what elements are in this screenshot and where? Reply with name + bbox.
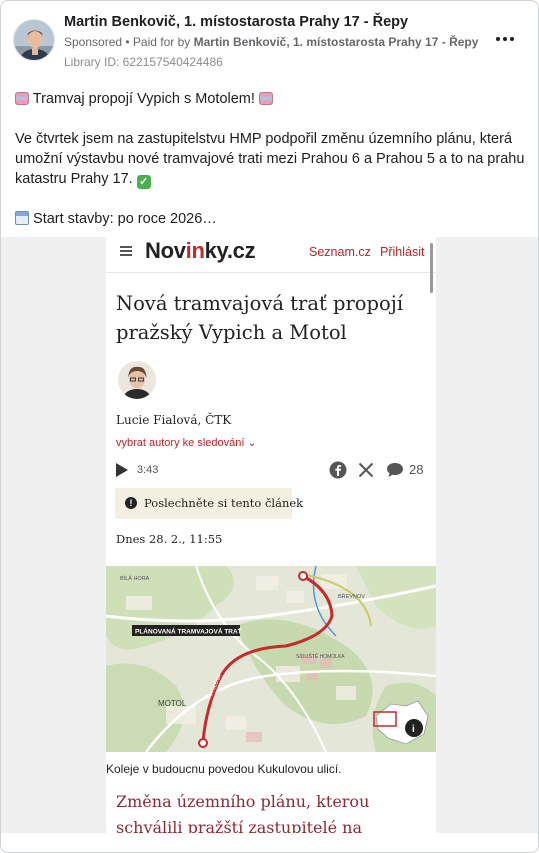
menu-icon[interactable]	[120, 246, 132, 256]
map-caption: Koleje v budoucnu povedou Kukulovou ulic…	[106, 762, 342, 776]
x-icon[interactable]	[358, 461, 374, 479]
login-link[interactable]: Přihlásit	[380, 245, 424, 259]
scrollbar[interactable]	[430, 243, 433, 293]
ad-media[interactable]: Novinky.cz Seznam.cz Přihlásit Nová tram…	[1, 237, 538, 833]
post-paragraph: Ve čtvrtek jsem na zastupitelstvu HMP po…	[15, 131, 525, 187]
avatar-image	[14, 20, 54, 60]
info-icon: !	[125, 497, 137, 509]
play-icon[interactable]	[115, 462, 129, 478]
facebook-icon[interactable]	[329, 461, 347, 479]
page-avatar[interactable]	[13, 19, 55, 61]
route-map: PLÁNOVANÁ TRAMVAJOVÁ TRAŤ BÍLÁ HORA BŘEV…	[106, 566, 436, 752]
map-label-sidliste: SÍDLIŠTĚ HOMOLKA	[296, 652, 345, 660]
follow-authors-link[interactable]: vybrat autory ke sledování ⌄	[116, 436, 257, 449]
article-screenshot: Novinky.cz Seznam.cz Přihlásit Nová tram…	[106, 237, 436, 833]
article-date: Dnes 28. 2., 11:55	[116, 532, 223, 546]
library-id: Library ID: 622157540424486	[64, 55, 223, 69]
map-label-planned: PLÁNOVANÁ TRAMVAJOVÁ TRAŤ	[135, 627, 242, 636]
more-icon	[496, 37, 500, 41]
listen-article-button[interactable]: ! Poslechněte si tento článek	[115, 488, 303, 519]
sponsored-label[interactable]: Sponsored	[64, 35, 122, 49]
sponsored-line: Sponsored • Paid for by Martin Benkovič,…	[64, 35, 478, 49]
page-name[interactable]: Martin Benkovič, 1. místostarosta Prahy …	[64, 14, 408, 30]
author-avatar	[118, 361, 156, 399]
tram-emoji-icon	[15, 92, 29, 105]
sponsored-post-card: Martin Benkovič, 1. místostarosta Prahy …	[0, 0, 539, 853]
post-headline: Tramvaj propojí Vypich s Motolem!	[32, 91, 255, 107]
article-title: Nová tramvajová trať propojí pražský Vyp…	[116, 292, 404, 344]
author-name[interactable]: Lucie Fialová, ČTK	[116, 413, 231, 427]
map-label-bila-hora: BÍLÁ HORA	[120, 575, 150, 582]
article-lead: Změna územního plánu, kterou schválili p…	[116, 792, 370, 833]
check-emoji-icon: ✓	[136, 175, 151, 189]
seznam-link[interactable]: Seznam.cz	[309, 245, 371, 259]
listen-label: Poslechněte si tento článek	[144, 496, 304, 510]
post-body: Tramvaj propojí Vypich s Motolem! Ve čtv…	[15, 89, 525, 229]
paid-for-name: Martin Benkovič, 1. místostarosta Prahy …	[193, 35, 479, 49]
comment-count[interactable]: 28	[409, 462, 423, 477]
start-line: Start stavby: po roce 2026…	[33, 211, 217, 227]
map-image: PLÁNOVANÁ TRAMVAJOVÁ TRAŤ BÍLÁ HORA BŘEV…	[106, 566, 436, 752]
audio-duration: 3:43	[137, 464, 159, 476]
tram-emoji-icon	[258, 92, 273, 105]
paid-for-prefix: • Paid for by	[125, 35, 191, 49]
novinky-logo[interactable]: Novinky.cz	[145, 238, 256, 264]
calendar-emoji-icon	[15, 211, 29, 225]
map-label-motol: MOTOL	[158, 699, 187, 708]
more-options-button[interactable]	[494, 31, 516, 47]
post-header: Martin Benkovič, 1. místostarosta Prahy …	[13, 11, 526, 73]
chevron-down-icon: ⌄	[247, 437, 257, 449]
map-label-brevnov: BŘEVNOV	[338, 592, 365, 600]
svg-text:i: i	[412, 724, 415, 735]
novinky-header: Novinky.cz Seznam.cz Přihlásit	[106, 237, 436, 273]
comment-icon[interactable]	[386, 462, 404, 478]
